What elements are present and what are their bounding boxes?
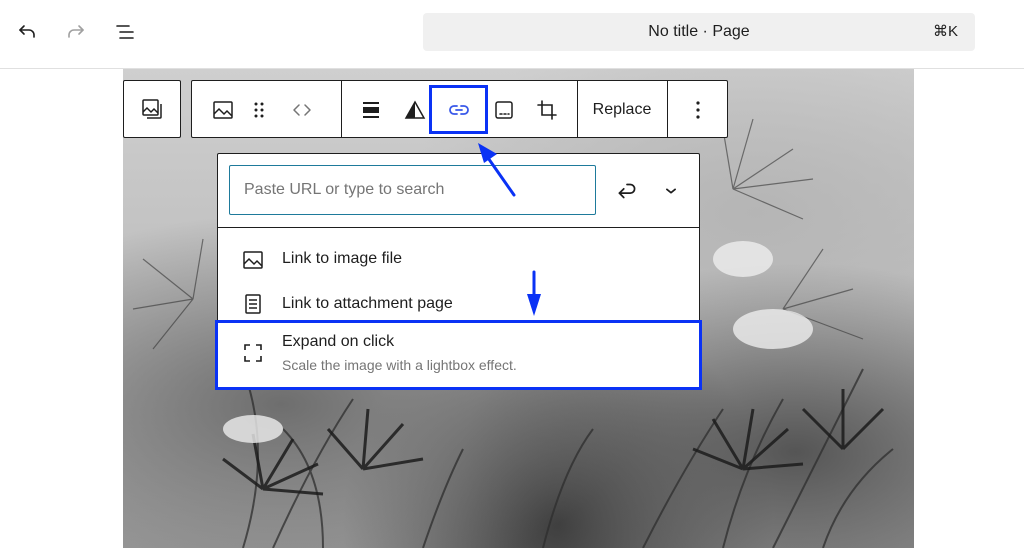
undo-icon xyxy=(19,25,35,38)
redo-button[interactable] xyxy=(60,16,92,48)
image-icon xyxy=(240,247,266,273)
duotone-button[interactable] xyxy=(398,93,432,127)
list-view-button[interactable] xyxy=(109,16,141,48)
block-toolbar: Replace xyxy=(191,80,728,138)
list-view-icon xyxy=(116,25,134,39)
more-options-button[interactable] xyxy=(681,93,715,127)
more-vertical-icon xyxy=(696,101,700,119)
image-block-icon xyxy=(142,99,162,119)
option-label: Expand on click xyxy=(282,333,395,350)
enter-icon xyxy=(618,183,636,199)
toolbar-divider xyxy=(577,81,578,137)
option-label: Link to attachment page xyxy=(282,295,453,312)
caption-icon xyxy=(495,101,513,119)
align-icon xyxy=(363,102,379,118)
popover-divider xyxy=(218,227,699,228)
submit-link-button[interactable] xyxy=(612,176,642,206)
replace-button[interactable]: Replace xyxy=(580,93,664,127)
fullscreen-icon xyxy=(240,340,266,366)
change-block-button[interactable] xyxy=(206,93,240,127)
caption-button[interactable] xyxy=(487,93,521,127)
option-label: Link to image file xyxy=(282,250,403,267)
link-icon xyxy=(449,105,469,115)
toolbar-divider xyxy=(667,81,668,137)
align-button[interactable] xyxy=(354,93,388,127)
link-to-image-file-option[interactable]: Link to image file xyxy=(218,242,699,278)
option-description: Scale the image with a lightbox effect. xyxy=(282,357,517,373)
expand-on-click-option[interactable]: Expand on click Scale the image with a l… xyxy=(218,324,699,382)
duotone-icon xyxy=(404,100,426,119)
drag-handle-icon xyxy=(254,102,264,118)
link-popover: Link to image file Link to attachment pa… xyxy=(217,153,700,389)
toolbar-divider xyxy=(341,81,342,137)
undo-button[interactable] xyxy=(11,16,43,48)
page-icon xyxy=(240,291,266,317)
crop-button[interactable] xyxy=(530,93,564,127)
url-search-input[interactable] xyxy=(229,165,596,215)
command-palette-button[interactable]: No title · Page ⌘K xyxy=(423,13,975,51)
move-arrows-icon xyxy=(293,104,311,116)
link-to-attachment-page-option[interactable]: Link to attachment page xyxy=(218,286,699,322)
block-type-button[interactable] xyxy=(123,80,181,138)
redo-icon xyxy=(68,25,84,38)
drag-handle[interactable] xyxy=(242,93,276,127)
editor-header: No title · Page ⌘K xyxy=(0,0,1024,69)
chevron-down-icon xyxy=(666,188,676,194)
keyboard-shortcut: ⌘K xyxy=(932,23,958,40)
image-icon xyxy=(213,101,233,119)
link-button[interactable] xyxy=(442,93,476,127)
crop-icon xyxy=(537,100,557,120)
move-buttons[interactable] xyxy=(285,93,319,127)
document-title: No title · Page xyxy=(648,23,750,40)
toggle-settings-button[interactable] xyxy=(656,176,686,206)
